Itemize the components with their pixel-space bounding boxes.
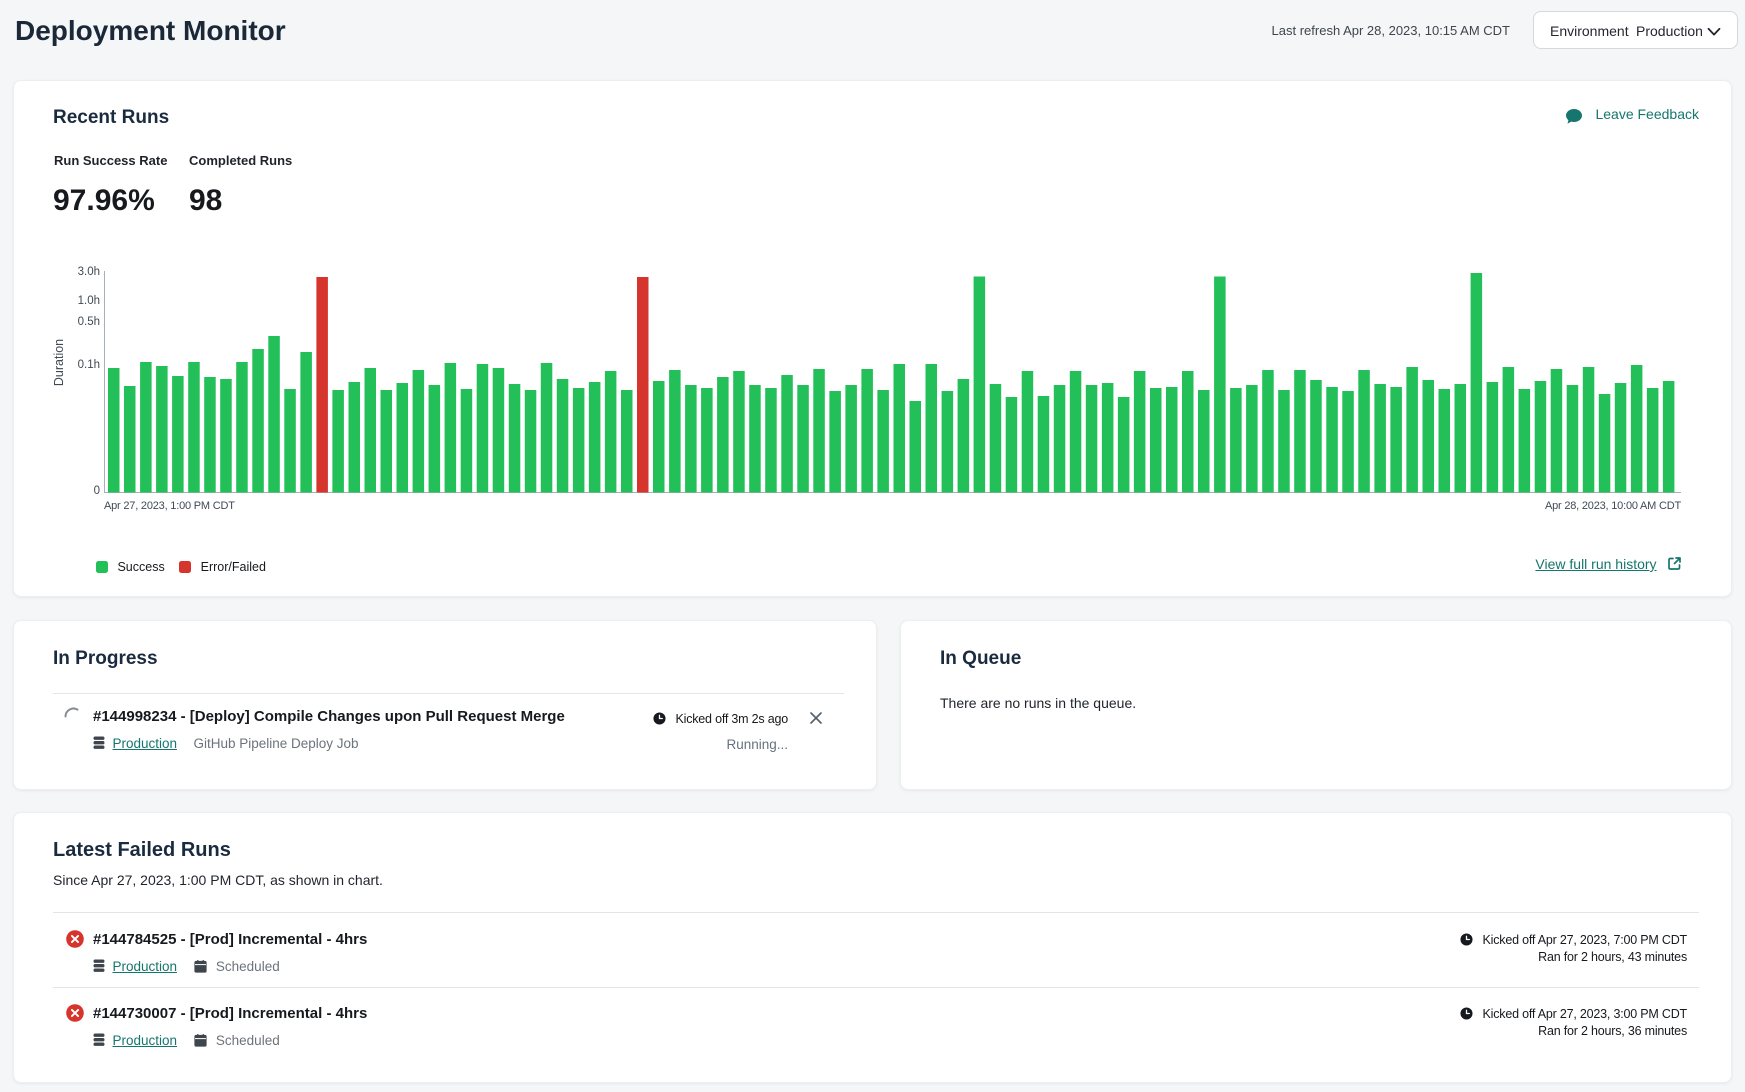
svg-text:3.0h: 3.0h <box>78 266 100 278</box>
svg-text:1.0h: 1.0h <box>78 295 100 307</box>
svg-text:Apr 28, 2023, 10:00 AM CDT: Apr 28, 2023, 10:00 AM CDT <box>1545 500 1682 512</box>
svg-text:0.1h: 0.1h <box>78 359 100 371</box>
svg-text:0: 0 <box>94 485 100 497</box>
svg-text:Apr 27, 2023, 1:00 PM CDT: Apr 27, 2023, 1:00 PM CDT <box>104 500 235 512</box>
svg-text:Duration: Duration <box>52 339 66 386</box>
svg-text:0.5h: 0.5h <box>78 316 100 328</box>
